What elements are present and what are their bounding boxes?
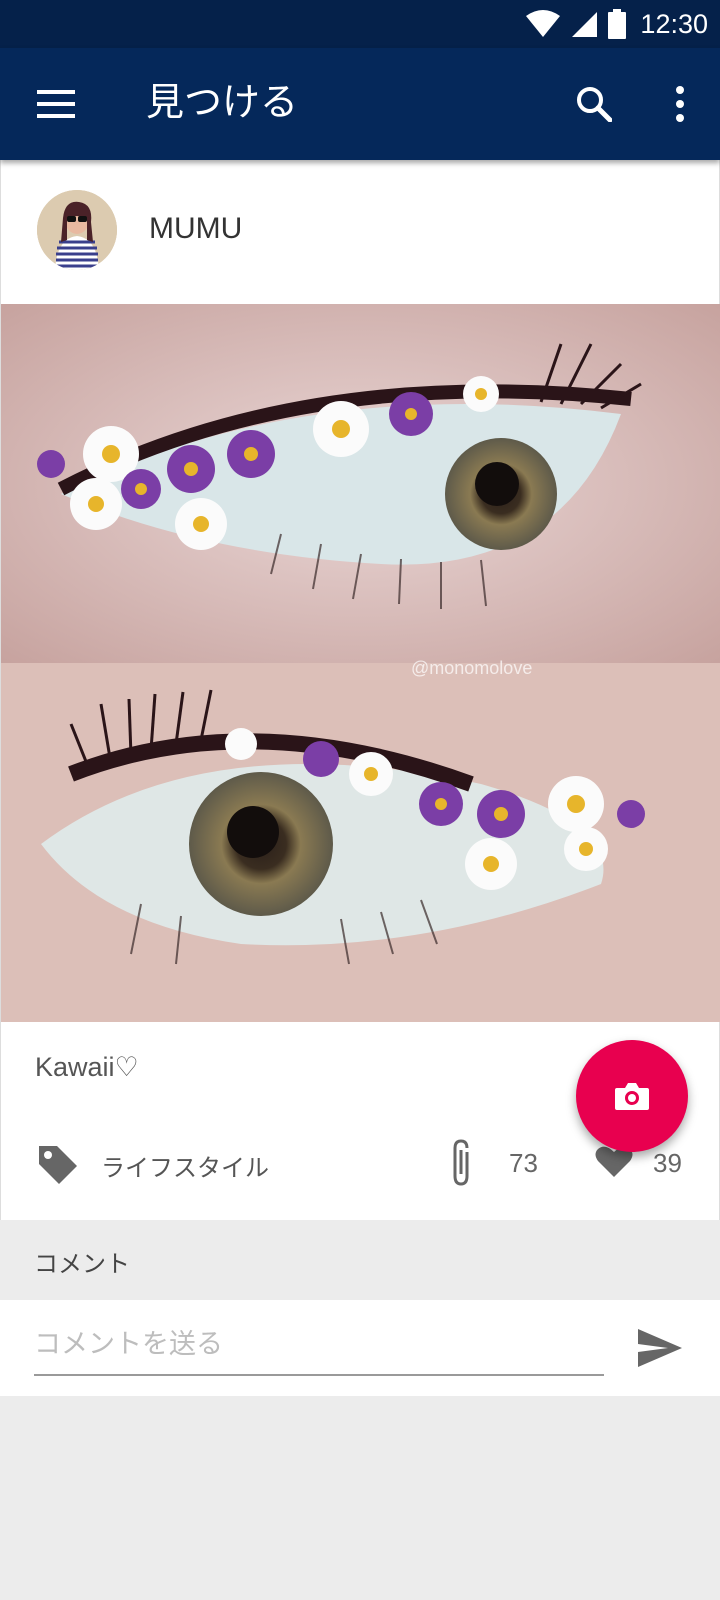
battery-icon: [608, 9, 627, 39]
search-icon: [577, 87, 612, 122]
signal-icon: [572, 12, 598, 37]
author-name[interactable]: MUMU: [149, 212, 242, 246]
camera-icon: [615, 1083, 649, 1110]
category-label[interactable]: ライフスタイル: [101, 1148, 269, 1183]
avatar[interactable]: [37, 190, 117, 270]
app-bar: 見つける: [0, 48, 720, 160]
page-title: 見つける: [146, 80, 299, 124]
search-button[interactable]: [566, 76, 622, 132]
status-bar: 12:30: [0, 0, 720, 48]
comment-composer: [0, 1300, 720, 1396]
more-options-button[interactable]: [652, 76, 708, 132]
more-vert-icon: [676, 86, 684, 122]
menu-button[interactable]: [28, 76, 84, 132]
post-caption: Kawaii♡: [35, 1052, 139, 1082]
comments-header: コメント: [34, 1250, 130, 1278]
like-count: 39: [653, 1148, 682, 1178]
tag-icon: [39, 1146, 77, 1184]
image-watermark: @monomolove: [411, 658, 532, 678]
avatar-image: [37, 190, 117, 270]
wifi-icon: [526, 10, 561, 37]
status-time: 12:30: [640, 8, 708, 39]
send-button[interactable]: [632, 1320, 688, 1376]
post-image[interactable]: @monomolove: [1, 304, 720, 1022]
comment-input[interactable]: [34, 1314, 604, 1376]
author-row[interactable]: MUMU: [1, 160, 720, 304]
send-icon: [638, 1329, 682, 1367]
menu-icon: [37, 90, 75, 118]
camera-fab-button[interactable]: [576, 1040, 688, 1152]
clip-count: 73: [509, 1148, 538, 1178]
paperclip-icon[interactable]: [449, 1138, 473, 1188]
